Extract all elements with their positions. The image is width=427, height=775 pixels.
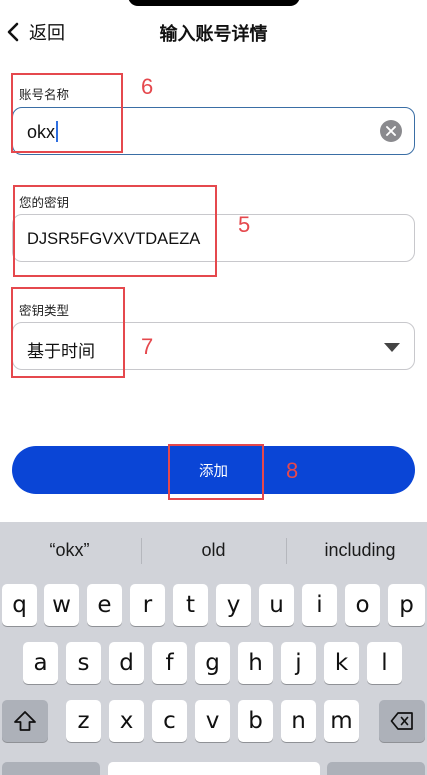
clear-input-button[interactable] (380, 120, 402, 142)
key-x[interactable]: x (109, 700, 144, 742)
key-i[interactable]: i (302, 584, 337, 626)
add-button-label: 添加 (199, 463, 228, 480)
space-key[interactable] (108, 762, 320, 775)
key-w[interactable]: w (44, 584, 79, 626)
key-j[interactable]: j (281, 642, 316, 684)
chevron-down-icon (384, 343, 400, 352)
account-name-value: okx (27, 122, 56, 142)
backspace-icon (390, 712, 413, 730)
secret-key-input[interactable]: DJSR5FGVXVTDAEZA (12, 214, 415, 262)
annotation-number-8: 8 (286, 458, 299, 483)
key-k[interactable]: k (324, 642, 359, 684)
key-h[interactable]: h (238, 642, 273, 684)
key-t[interactable]: t (173, 584, 208, 626)
key-r[interactable]: r (130, 584, 165, 626)
key-g[interactable]: g (195, 642, 230, 684)
shift-icon (14, 711, 36, 731)
secret-key-value: DJSR5FGVXVTDAEZA (27, 230, 201, 248)
key-l[interactable]: l (367, 642, 402, 684)
suggestion-item[interactable]: old (166, 540, 261, 561)
suggestion-item[interactable]: including (305, 540, 415, 561)
key-y[interactable]: y (216, 584, 251, 626)
annotation-number-7: 7 (141, 334, 154, 359)
suggestion-item[interactable]: “okx” (22, 540, 117, 561)
account-name-label: 账号名称 (19, 88, 70, 102)
key-s[interactable]: s (66, 642, 101, 684)
navigation-bar: 返回 输入账号详情 (0, 12, 427, 52)
annotation-number-6: 6 (141, 74, 154, 99)
backspace-key[interactable] (379, 700, 425, 742)
key-e[interactable]: e (87, 584, 122, 626)
keyboard: “okx” old including q w e r t y u i o p … (0, 522, 427, 775)
key-o[interactable]: o (345, 584, 380, 626)
account-name-input[interactable]: okx (12, 107, 415, 155)
key-a[interactable]: a (23, 642, 58, 684)
shift-key[interactable] (2, 700, 48, 742)
key-b[interactable]: b (238, 700, 273, 742)
key-type-select[interactable]: 基于时间 (12, 322, 415, 370)
annotation-number-5: 5 (238, 212, 251, 237)
numbers-key[interactable] (2, 762, 100, 775)
key-q[interactable]: q (2, 584, 37, 626)
key-f[interactable]: f (152, 642, 187, 684)
key-n[interactable]: n (281, 700, 316, 742)
key-d[interactable]: d (109, 642, 144, 684)
add-button[interactable]: 添加 (12, 446, 415, 494)
key-c[interactable]: c (152, 700, 187, 742)
key-m[interactable]: m (324, 700, 359, 742)
suggestion-bar: “okx” old including (0, 522, 427, 580)
key-z[interactable]: z (66, 700, 101, 742)
key-type-value: 基于时间 (27, 342, 95, 361)
return-key[interactable] (327, 762, 425, 775)
page-title: 输入账号详情 (159, 24, 268, 44)
key-v[interactable]: v (195, 700, 230, 742)
key-u[interactable]: u (259, 584, 294, 626)
key-type-label: 密钥类型 (19, 304, 70, 318)
text-caret (56, 121, 59, 142)
key-p[interactable]: p (388, 584, 425, 626)
suggestion-divider (286, 538, 287, 564)
secret-key-label: 您的密钥 (19, 196, 70, 210)
suggestion-divider (141, 538, 142, 564)
status-notch (128, 0, 300, 6)
close-icon (386, 126, 396, 136)
